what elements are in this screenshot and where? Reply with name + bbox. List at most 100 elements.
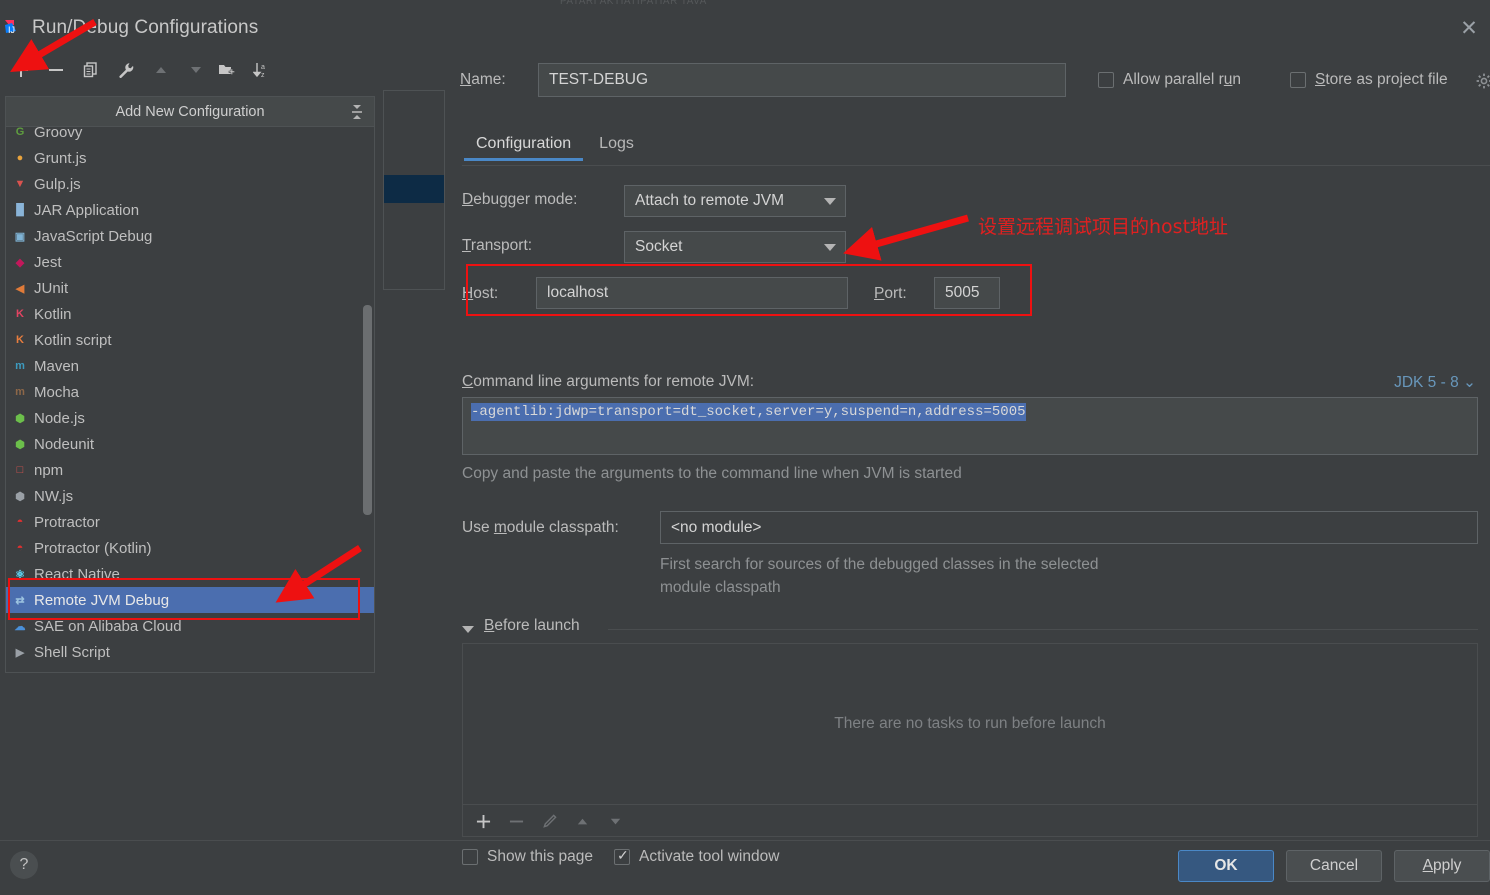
cancel-button[interactable]: Cancel [1286,850,1382,882]
remove-task-button[interactable] [502,807,530,835]
configuration-type-item[interactable]: ⬢ NW.js [6,483,374,509]
svg-text:z: z [261,72,265,79]
show-this-page-box[interactable] [462,849,478,865]
module-classpath-combo[interactable]: <no module> [660,511,1478,544]
debugger-mode-value: Attach to remote JVM [635,192,785,209]
module-desc-line-1: First search for sources of the debugged… [660,556,1099,573]
transport-combo[interactable]: Socket [624,231,846,263]
configuration-type-label: Nodeunit [34,435,95,453]
jdk-version-selector[interactable]: JDK 5 - 8 ⌄ [1394,373,1476,392]
add-task-button[interactable] [469,807,497,835]
help-button[interactable]: ? [10,851,38,879]
before-launch-collapse-icon[interactable] [462,626,474,633]
configuration-type-item[interactable]: ⇄ Remote JVM Debug [6,587,374,613]
panel-header: Add New Configuration [6,97,374,127]
new-folder-button[interactable] [212,55,242,85]
name-label: Name: [460,71,506,88]
tab-logs[interactable]: Logs [585,131,648,161]
editor-tabs: Configuration Logs [462,131,1490,165]
ok-button[interactable]: OK [1178,850,1274,882]
tab-configuration[interactable]: Configuration [462,131,585,161]
configuration-type-item[interactable]: □ npm [6,457,374,483]
dialog-title: Run/Debug Configurations [32,17,259,38]
edit-task-button[interactable] [535,807,563,835]
host-input[interactable] [536,277,848,309]
configuration-type-label: Shell Script [34,643,110,661]
mocha-icon: m [15,386,25,398]
gear-icon[interactable] [1476,73,1490,89]
configuration-type-item[interactable]: m Maven [6,353,374,379]
move-up-button[interactable] [146,55,176,85]
configuration-type-item[interactable]: ◓ Protractor (Kotlin) [6,535,374,561]
panel-header-label: Add New Configuration [115,103,265,120]
javascript-debug-icon: ▣ [14,230,26,243]
configuration-type-item[interactable]: ▼ Gulp.js [6,171,374,197]
npm-icon: □ [16,464,24,476]
move-task-up-button[interactable] [568,807,596,835]
add-configuration-button[interactable] [6,55,36,85]
grunt-icon: ● [16,152,24,164]
configuration-editor: Name: Allow parallel run Store as projec… [450,53,1490,865]
configuration-type-label: Mocha [34,383,80,401]
collapse-all-icon[interactable] [348,102,366,122]
configuration-type-label: Kotlin [34,305,72,323]
configuration-type-item[interactable]: ⬢ Node.js [6,405,374,431]
allow-parallel-run-box[interactable] [1098,72,1114,88]
configuration-type-item[interactable]: ☁ SAE on Alibaba Cloud [6,613,374,639]
configuration-type-item[interactable]: ▣ JavaScript Debug [6,223,374,249]
footer-divider [0,840,1490,841]
move-down-button[interactable] [181,55,211,85]
move-task-down-button[interactable] [601,807,629,835]
add-new-configuration-panel: Add New Configuration G Groovy ● Grunt.js ▼ G… [5,96,375,673]
junit-icon: ◀ [15,282,25,295]
configuration-type-item[interactable]: ⚛ React Native [6,561,374,587]
configuration-type-item[interactable]: ◆ Jest [6,249,374,275]
apply-button[interactable]: Apply [1394,850,1490,882]
configuration-type-item[interactable]: K Kotlin script [6,327,374,353]
port-label: Port: [874,285,907,302]
nodeunit-icon: ⬢ [15,438,25,451]
transport-row: Transport: Socket [462,227,1490,267]
configuration-type-list[interactable]: G Groovy ● Grunt.js ▼ Gulp.js █ JAR Application… [6,127,374,672]
sort-alphabetically-button[interactable]: a z [247,55,277,85]
remote-jvm-debug-icon: ⇄ [15,594,25,607]
transport-label: Transport: [462,237,533,254]
debugger-mode-row: Debugger mode: Attach to remote JVM [462,181,1490,221]
configuration-type-label: JavaScript Debug [34,227,153,245]
configuration-type-label: npm [34,461,64,479]
configuration-type-item[interactable]: ◓ Protractor [6,509,374,535]
debugger-mode-combo[interactable]: Attach to remote JVM [624,185,846,217]
activate-tool-window-checkbox[interactable]: Activate tool window [614,847,779,866]
configuration-type-item[interactable]: ▶ Shell Script [6,639,374,665]
before-launch-empty-text: There are no tasks to run before launch [834,715,1106,732]
allow-parallel-run-checkbox[interactable]: Allow parallel run [1098,71,1241,89]
store-as-project-file-box[interactable] [1290,72,1306,88]
remove-configuration-button[interactable] [41,55,71,85]
configuration-type-item[interactable]: ◀ JUnit [6,275,374,301]
edit-templates-button[interactable] [111,55,141,85]
configuration-type-label: JAR Application [34,201,140,219]
configuration-type-label: Remote JVM Debug [34,591,170,609]
configuration-type-item[interactable]: ⬢ Nodeunit [6,431,374,457]
configuration-type-item[interactable]: ● Grunt.js [6,145,374,171]
port-input[interactable] [934,277,1000,309]
command-line-arguments-textarea[interactable]: -agentlib:jdwp=transport=dt_socket,serve… [462,397,1478,455]
before-launch-task-list[interactable]: There are no tasks to run before launch [462,643,1478,805]
configuration-type-label: Gulp.js [34,175,81,193]
module-classpath-row: Use module classpath: <no module> [462,511,1478,545]
before-launch-toolbar [462,805,1478,837]
store-as-project-file-checkbox[interactable]: Store as project file [1290,71,1448,89]
show-this-page-checkbox[interactable]: Show this page [462,848,593,866]
copy-configuration-button[interactable] [76,55,106,85]
activate-tool-window-box[interactable] [614,847,630,865]
module-classpath-description: First search for sources of the debugged… [660,553,1099,599]
before-launch-header: Before launch [462,617,1478,641]
configuration-type-item[interactable]: m Mocha [6,379,374,405]
configuration-type-item[interactable]: █ JAR Application [6,197,374,223]
gulp-icon: ▼ [14,178,26,190]
configuration-type-item[interactable]: G Groovy [6,127,374,145]
name-input[interactable] [538,63,1066,97]
configuration-type-item[interactable]: K Kotlin [6,301,374,327]
close-icon[interactable]: ✕ [1452,14,1486,44]
list-scrollbar[interactable] [363,305,372,515]
